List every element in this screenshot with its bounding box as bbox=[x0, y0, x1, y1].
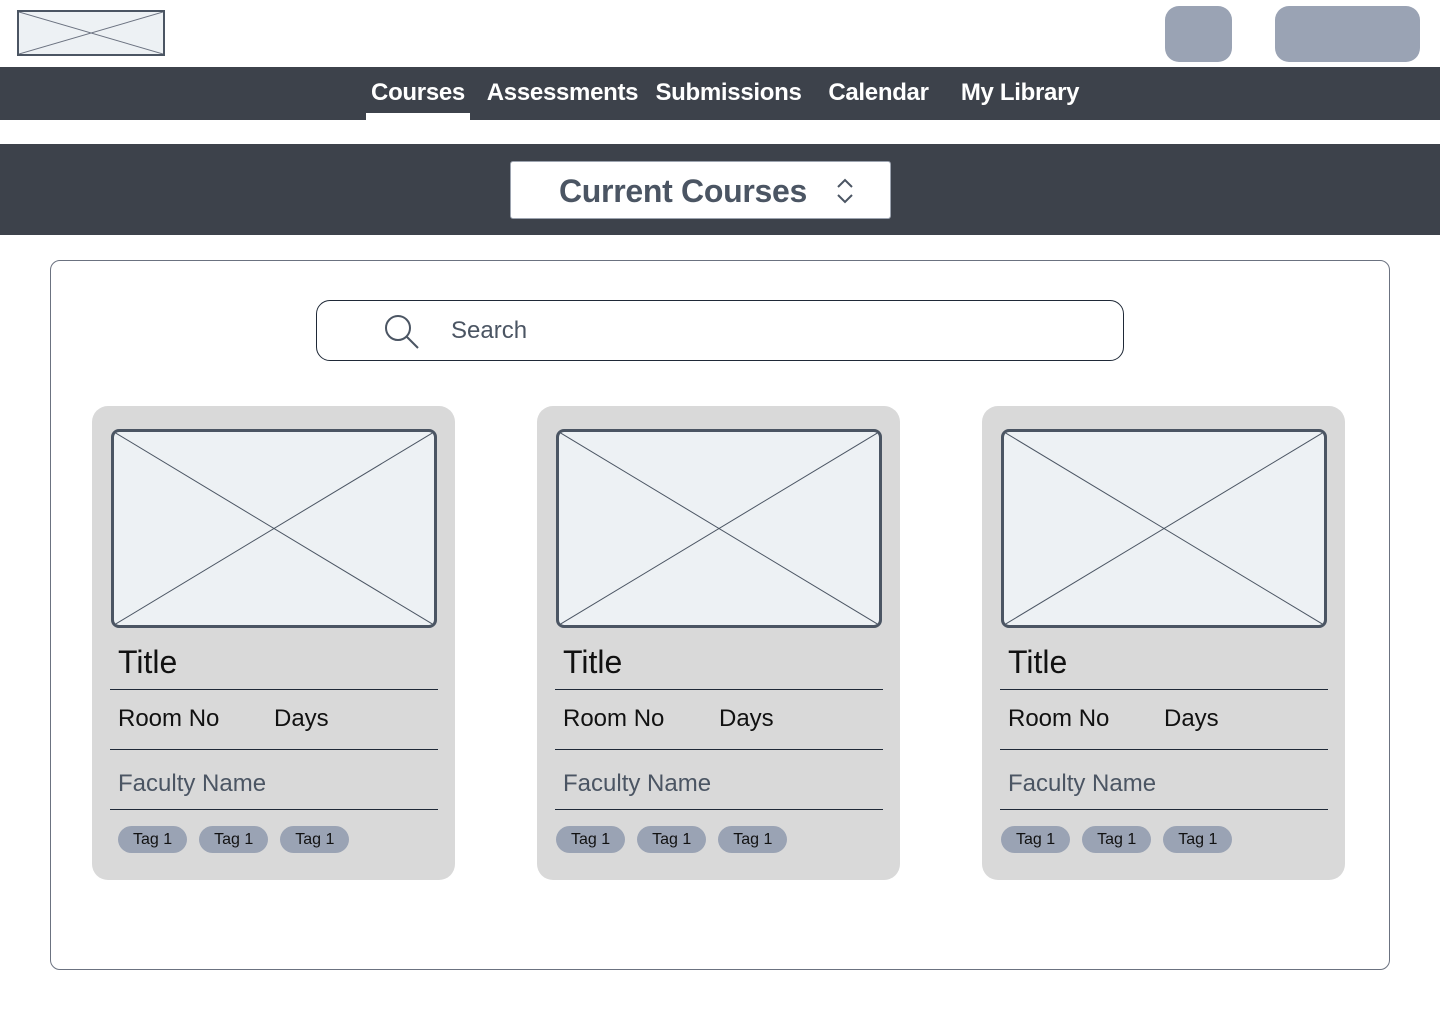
course-faculty: Faculty Name bbox=[1008, 770, 1157, 797]
nav-tab-calendar[interactable]: Calendar bbox=[826, 67, 931, 120]
divider bbox=[555, 809, 883, 810]
course-title: Title bbox=[1008, 644, 1068, 680]
divider bbox=[1000, 689, 1328, 690]
header-button-large[interactable] bbox=[1275, 6, 1420, 62]
nav-tab-submissions[interactable]: Submissions bbox=[655, 67, 802, 120]
image-placeholder-icon bbox=[19, 12, 163, 54]
divider bbox=[1000, 809, 1328, 810]
course-room: Room No bbox=[563, 705, 665, 732]
image-placeholder-icon bbox=[1004, 432, 1324, 625]
image-placeholder-icon bbox=[559, 432, 879, 625]
course-tag[interactable]: Tag 1 bbox=[718, 826, 788, 853]
search-bar[interactable] bbox=[316, 300, 1124, 361]
course-scope-label: Current Courses bbox=[559, 173, 808, 209]
divider bbox=[555, 749, 883, 750]
course-tag[interactable]: Tag 1 bbox=[1163, 826, 1233, 853]
divider bbox=[110, 809, 438, 810]
course-title: Title bbox=[118, 644, 178, 680]
course-days: Days bbox=[1164, 705, 1219, 732]
divider bbox=[110, 689, 438, 690]
divider bbox=[555, 689, 883, 690]
course-tag[interactable]: Tag 1 bbox=[1082, 826, 1152, 853]
course-image-placeholder bbox=[556, 429, 882, 628]
course-title: Title bbox=[563, 644, 623, 680]
nav-tab-courses[interactable]: Courses bbox=[366, 67, 470, 120]
course-room: Room No bbox=[1008, 705, 1110, 732]
course-image-placeholder bbox=[1001, 429, 1327, 628]
course-tags: Tag 1 Tag 1 Tag 1 bbox=[556, 826, 788, 853]
course-tag[interactable]: Tag 1 bbox=[1001, 826, 1071, 853]
course-image-placeholder bbox=[111, 429, 437, 628]
course-tag[interactable]: Tag 1 bbox=[118, 826, 188, 853]
course-card[interactable]: Title Room No Days Faculty Name Tag 1 Ta… bbox=[537, 406, 900, 880]
course-card[interactable]: Title Room No Days Faculty Name Tag 1 Ta… bbox=[982, 406, 1345, 880]
course-tags: Tag 1 Tag 1 Tag 1 bbox=[118, 826, 350, 853]
course-tag[interactable]: Tag 1 bbox=[637, 826, 707, 853]
course-days: Days bbox=[719, 705, 774, 732]
course-faculty: Faculty Name bbox=[563, 770, 712, 797]
course-card[interactable]: Title Room No Days Faculty Name Tag 1 Ta… bbox=[92, 406, 455, 880]
course-room: Room No bbox=[118, 705, 220, 732]
logo-placeholder[interactable] bbox=[17, 10, 165, 56]
divider bbox=[1000, 749, 1328, 750]
course-tag[interactable]: Tag 1 bbox=[556, 826, 626, 853]
course-faculty: Faculty Name bbox=[118, 770, 267, 797]
nav-tab-my-library[interactable]: My Library bbox=[959, 67, 1081, 120]
course-tag[interactable]: Tag 1 bbox=[199, 826, 269, 853]
nav-tab-assessments[interactable]: Assessments bbox=[485, 67, 640, 120]
course-filter-banner: Current Courses bbox=[0, 144, 1440, 235]
header-button-small[interactable] bbox=[1165, 6, 1232, 62]
main-nav: Courses Assessments Submissions Calendar… bbox=[0, 67, 1440, 120]
search-input[interactable] bbox=[451, 311, 1091, 351]
course-scope-select[interactable]: Current Courses bbox=[510, 161, 891, 219]
course-tags: Tag 1 Tag 1 Tag 1 bbox=[1001, 826, 1233, 853]
chevron-up-down-icon bbox=[837, 178, 853, 204]
course-tag[interactable]: Tag 1 bbox=[280, 826, 350, 853]
search-icon bbox=[385, 315, 419, 349]
image-placeholder-icon bbox=[114, 432, 434, 625]
course-days: Days bbox=[274, 705, 329, 732]
divider bbox=[110, 749, 438, 750]
